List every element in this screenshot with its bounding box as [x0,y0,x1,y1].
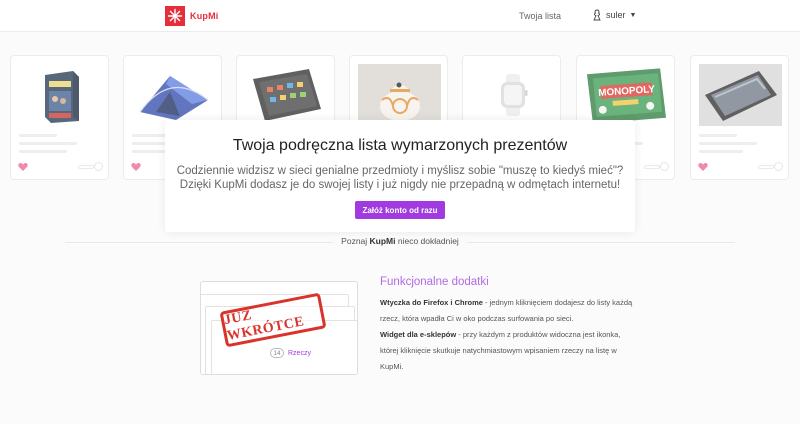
learn-more-brand: KupMi [369,236,396,246]
caret-down-icon: ▼ [629,11,637,19]
hero-modal: Twoja podręczna lista wymarzonych prezen… [165,120,635,232]
hero-description-line-1: Codziennie widzisz w sieci genialne prze… [176,165,624,177]
hero-description-line-2: Dzięki KupMi dodasz je do swojej listy i… [179,179,621,191]
items-counter: 14 Rzeczy [270,348,311,358]
brand-logo[interactable]: KupMi [165,6,219,26]
learn-more-suffix: nieco dokładniej [395,236,459,246]
counter-number: 14 [270,348,284,358]
brand-name: KupMi [190,11,219,21]
top-navbar: KupMi Twoja lista suler ▼ [0,0,800,32]
nav-my-list-link[interactable]: Twoja lista [519,11,561,21]
learn-more-heading[interactable]: Poznaj KupMi nieco dokładniej [0,236,800,246]
counter-label: Rzeczy [288,349,311,357]
feature-widget-label: Widget dla e-sklepów [380,330,457,339]
logo-star-icon [165,6,185,26]
learn-more-prefix: Poznaj [341,236,370,246]
page: KupMi Twoja lista suler ▼ MONOPOLY Twoja… [0,0,800,424]
user-menu[interactable]: suler ▼ [592,9,636,21]
feature-plugin-label: Wtyczka do Firefox i Chrome [380,298,483,307]
create-account-button[interactable]: Załóż konto od razu [355,201,445,219]
hero-title: Twoja podręczna lista wymarzonych prezen… [232,137,568,154]
feature-title: Funkcjonalne dodatki [380,276,489,288]
hero-description: Codziennie widzisz w sieci genialne prze… [165,164,635,192]
feature-description: Wtyczka do Firefox i Chrome - jednym kli… [380,295,635,375]
user-icon [593,9,601,21]
username: suler [606,10,626,20]
